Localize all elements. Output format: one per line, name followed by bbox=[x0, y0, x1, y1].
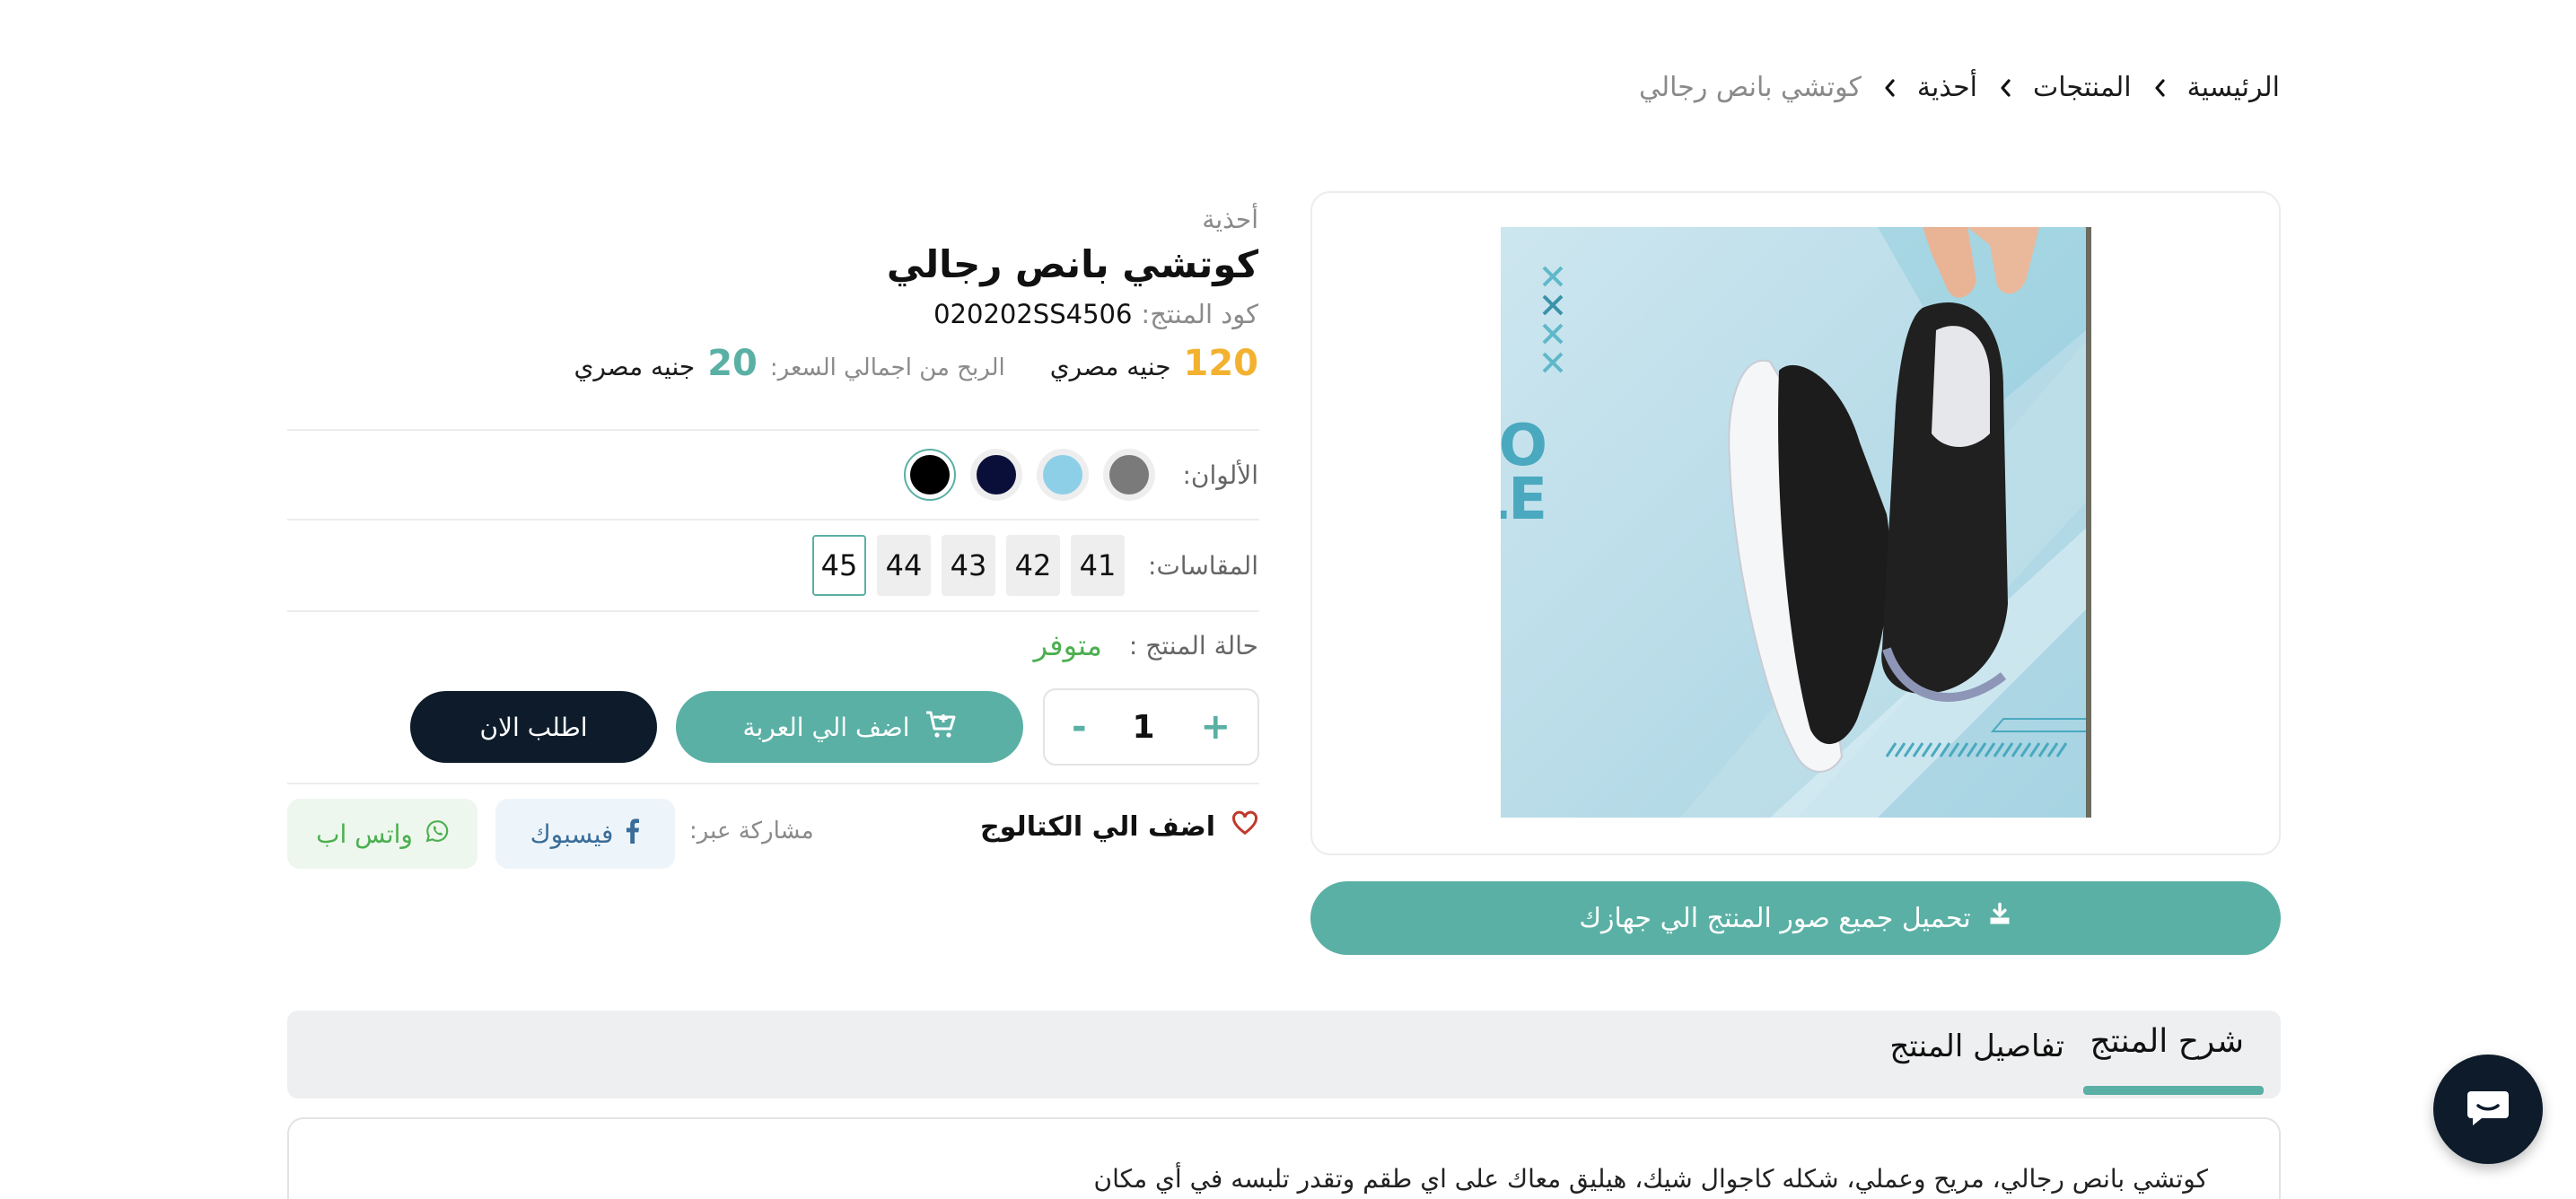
tab-description[interactable]: شرح المنتج bbox=[2090, 1023, 2244, 1060]
share-whatsapp-button[interactable]: واتس اب bbox=[287, 799, 478, 869]
add-to-catalog-button[interactable]: اضف الي الكتالوج bbox=[980, 810, 1258, 843]
add-to-cart-label: اضف الي العربة bbox=[742, 712, 910, 742]
divider bbox=[287, 429, 1259, 431]
chat-bubble-icon bbox=[2466, 1088, 2510, 1131]
quantity-stepper: - 1 + bbox=[1043, 688, 1259, 766]
price-currency: جنيه مصري bbox=[1049, 352, 1171, 381]
facebook-label: فيسبوك bbox=[530, 818, 614, 849]
cart-plus-icon bbox=[924, 709, 957, 746]
image-text-line2: RTABLE bbox=[1501, 467, 1547, 533]
whatsapp-label: واتس اب bbox=[316, 818, 413, 849]
price-row: 120 جنيه مصري الربح من اجمالي السعر: 20 … bbox=[574, 343, 1258, 384]
divider bbox=[287, 610, 1259, 612]
chevron-left-icon bbox=[1997, 74, 2013, 101]
color-swatch-gray[interactable] bbox=[1103, 449, 1156, 501]
product-profit: 20 bbox=[707, 343, 758, 384]
size-option-selected[interactable]: 45 bbox=[812, 535, 867, 596]
color-dot bbox=[910, 455, 951, 494]
color-dot bbox=[1109, 455, 1150, 494]
product-code-value: 020202SS4506 bbox=[933, 299, 1133, 329]
status-label: حالة المنتج : bbox=[1128, 630, 1258, 661]
color-dot bbox=[977, 455, 1017, 494]
order-now-button[interactable]: اطلب الان bbox=[410, 691, 657, 763]
size-option[interactable]: 41 bbox=[1071, 535, 1126, 596]
chevron-left-icon bbox=[2151, 74, 2168, 101]
tab-active-indicator bbox=[2083, 1086, 2264, 1095]
quantity-increase-button[interactable]: + bbox=[1200, 706, 1231, 748]
product-image[interactable]: COMFO RTABLE bbox=[1501, 227, 2091, 818]
breadcrumb-products[interactable]: المنتجات bbox=[2033, 72, 2132, 103]
add-to-cart-button[interactable]: اضف الي العربة bbox=[676, 691, 1023, 763]
product-code-row: كود المنتج: 020202SS4506 bbox=[933, 299, 1258, 329]
colors-label: الألوان: bbox=[1182, 459, 1258, 490]
download-images-button[interactable]: تحميل جميع صور المنتج الي جهازك bbox=[1310, 881, 2281, 955]
breadcrumb-shoes[interactable]: أحذية bbox=[1917, 72, 1977, 103]
breadcrumb: الرئيسية المنتجات أحذية كوتشي بانص رجالي bbox=[1639, 72, 2280, 103]
quantity-value[interactable]: 1 bbox=[1133, 709, 1155, 746]
color-swatch-black[interactable] bbox=[904, 449, 957, 501]
profit-label: الربح من اجمالي السعر: bbox=[769, 354, 1005, 381]
share-label: مشاركة عبر: bbox=[689, 818, 814, 845]
whatsapp-icon bbox=[425, 819, 449, 849]
divider bbox=[287, 783, 1259, 784]
sizes-label: المقاسات: bbox=[1148, 550, 1258, 581]
color-swatch-lightblue[interactable] bbox=[1037, 449, 1090, 501]
add-to-catalog-label: اضف الي الكتالوج bbox=[980, 810, 1215, 843]
quantity-decrease-button[interactable]: - bbox=[1072, 706, 1087, 748]
product-title: كوتشي بانص رجالي bbox=[886, 242, 1258, 286]
facebook-icon bbox=[626, 818, 640, 850]
heart-icon bbox=[1231, 810, 1258, 843]
divider bbox=[287, 519, 1259, 521]
download-icon bbox=[1987, 902, 2012, 934]
profit-currency: جنيه مصري bbox=[574, 352, 696, 381]
product-category: أحذية bbox=[1202, 205, 1258, 234]
size-option[interactable]: 43 bbox=[942, 535, 996, 596]
color-swatch-navy[interactable] bbox=[970, 449, 1023, 501]
product-price: 120 bbox=[1183, 343, 1259, 384]
size-option[interactable]: 42 bbox=[1006, 535, 1061, 596]
colors-row: الألوان: bbox=[904, 449, 1258, 501]
color-dot bbox=[1043, 455, 1083, 494]
description-text: كوتشي بانص رجالي، مريح وعملي، شكله كاجوا… bbox=[1093, 1164, 2208, 1194]
download-label: تحميل جميع صور المنتج الي جهازك bbox=[1579, 902, 1971, 934]
share-facebook-button[interactable]: فيسبوك bbox=[495, 799, 675, 869]
chevron-left-icon bbox=[1881, 74, 1897, 101]
status-value: متوفر bbox=[1033, 628, 1102, 662]
status-row: حالة المنتج : متوفر bbox=[1034, 628, 1258, 662]
size-option[interactable]: 44 bbox=[877, 535, 932, 596]
chat-button[interactable] bbox=[2433, 1055, 2543, 1164]
breadcrumb-current: كوتشي بانص رجالي bbox=[1639, 72, 1862, 103]
tab-details[interactable]: تفاصيل المنتج bbox=[1889, 1028, 2064, 1064]
product-code-label: كود المنتج: bbox=[1141, 299, 1258, 329]
breadcrumb-home[interactable]: الرئيسية bbox=[2187, 72, 2280, 103]
sizes-row: المقاسات: 41 42 43 44 45 bbox=[812, 535, 1258, 596]
